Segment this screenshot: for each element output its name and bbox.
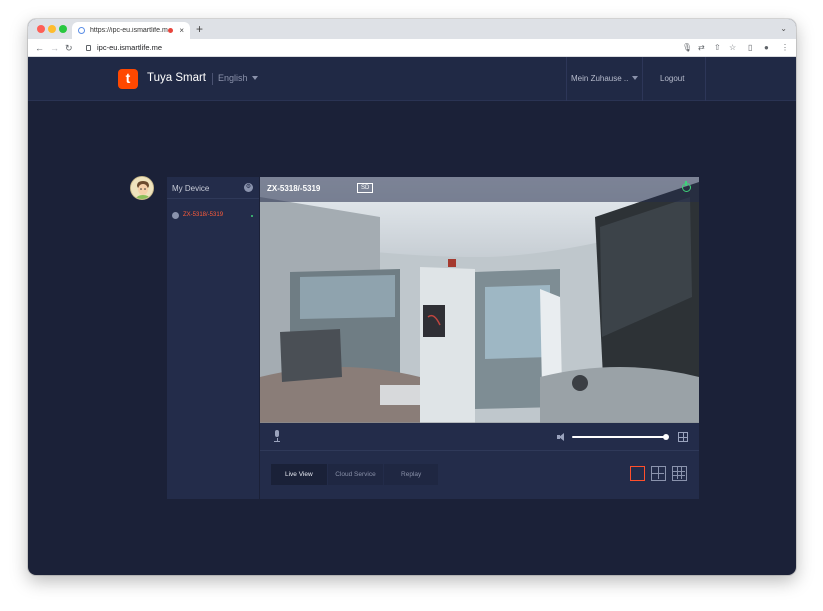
- url-text: ipc-eu.ismartlife.me: [97, 43, 163, 52]
- lock-icon: [86, 44, 91, 51]
- camera-name: ZX-5318/-5319: [267, 184, 321, 193]
- address-bar[interactable]: ipc-eu.ismartlife.me: [86, 43, 162, 52]
- browser-toolbar: ← → ↻ ipc-eu.ismartlife.me 🎙 ⇄ ⇧ ☆ ▯ ● ⋮: [28, 39, 796, 57]
- grid-line: [676, 467, 678, 480]
- speaker-icon[interactable]: [557, 433, 566, 441]
- reload-button[interactable]: ↻: [65, 42, 73, 54]
- forward-button[interactable]: →: [50, 42, 59, 54]
- logout-button[interactable]: Logout: [660, 74, 684, 83]
- user-avatar[interactable]: [130, 176, 154, 200]
- brand-name: Tuya Smart: [147, 72, 207, 84]
- quality-toggle[interactable]: SD: [357, 183, 374, 193]
- nine-view-layout-icon[interactable]: [672, 466, 687, 481]
- microphone-icon[interactable]: [273, 430, 281, 442]
- language-select[interactable]: English: [218, 73, 258, 83]
- sidebar-header: My Device ⚙: [167, 177, 259, 199]
- player-tabs: Live View Cloud Service Replay: [271, 464, 439, 485]
- power-icon[interactable]: [682, 181, 691, 192]
- minimize-window-button[interactable]: [48, 25, 56, 33]
- grid-line: [680, 467, 682, 480]
- single-view-layout-icon[interactable]: [630, 466, 645, 481]
- app-header: t Tuya Smart English Mein Zuhause .. Log…: [28, 57, 796, 101]
- mic-permission-icon[interactable]: 🎙: [682, 43, 692, 53]
- tab-replay[interactable]: Replay: [384, 464, 438, 485]
- device-sidebar: My Device ⚙ ZX-5318/-5319: [167, 177, 259, 499]
- close-window-button[interactable]: [37, 25, 45, 33]
- player-controls: [260, 423, 699, 451]
- sidebar-title: My Device: [172, 184, 210, 193]
- mic-base: [274, 441, 280, 442]
- online-status-dot: [251, 215, 253, 217]
- live-video-feed[interactable]: ZX-5318/-5319 SD: [260, 177, 699, 423]
- tab-close-button[interactable]: ×: [179, 26, 184, 35]
- globe-icon: [78, 27, 85, 34]
- tab-cloud-service[interactable]: Cloud Service: [327, 464, 384, 485]
- browser-menu-icon[interactable]: ⋮: [781, 43, 789, 53]
- video-info-bar: ZX-5318/-5319 SD: [260, 177, 699, 202]
- zoom-window-button[interactable]: [59, 25, 67, 33]
- header-divider: [566, 57, 567, 101]
- grid-line: [673, 470, 686, 472]
- device-list-item[interactable]: ZX-5318/-5319: [172, 211, 254, 221]
- tab-live-view[interactable]: Live View: [271, 464, 327, 485]
- bookmark-star-icon[interactable]: ☆: [729, 43, 736, 53]
- browser-window: https://ipc-eu.ismartlife.me × + ⌄ ← → ↻…: [28, 19, 796, 575]
- home-label: Mein Zuhause ..: [571, 74, 629, 83]
- mic-capsule: [275, 430, 279, 437]
- header-divider: [705, 57, 706, 101]
- translate-icon[interactable]: ⇄: [698, 43, 705, 53]
- header-divider: [642, 57, 643, 101]
- speaker-cone: [559, 433, 564, 441]
- camera-frame: [260, 177, 699, 423]
- chevron-down-icon: [251, 76, 258, 80]
- tab-title: https://ipc-eu.ismartlife.me: [90, 27, 169, 34]
- tuya-logo: t: [118, 69, 138, 89]
- chevron-down-icon: [632, 76, 639, 80]
- back-button[interactable]: ←: [35, 42, 44, 54]
- language-divider: [212, 73, 213, 85]
- share-icon[interactable]: ⇧: [714, 43, 721, 53]
- grid-line: [652, 472, 665, 474]
- video-player: ZX-5318/-5319 SD Live View Cloud Service…: [260, 177, 699, 499]
- language-label: English: [218, 73, 248, 83]
- profile-icon[interactable]: ●: [764, 43, 769, 53]
- browser-tab[interactable]: https://ipc-eu.ismartlife.me ×: [72, 22, 190, 39]
- new-tab-button[interactable]: +: [196, 22, 203, 36]
- volume-slider-handle[interactable]: [663, 434, 669, 440]
- browser-tabstrip: https://ipc-eu.ismartlife.me × + ⌄: [28, 19, 796, 39]
- recording-indicator-icon: [168, 28, 174, 33]
- volume-slider[interactable]: [572, 436, 666, 438]
- tab-search-button[interactable]: ⌄: [780, 24, 787, 33]
- fullscreen-icon[interactable]: [678, 432, 688, 442]
- quad-view-layout-icon[interactable]: [651, 466, 666, 481]
- avatar-illustration: [131, 177, 153, 199]
- device-name: ZX-5318/-5319: [183, 212, 224, 218]
- side-panel-icon[interactable]: ▯: [748, 43, 752, 53]
- settings-icon[interactable]: ⚙: [244, 183, 253, 192]
- home-select[interactable]: Mein Zuhause ..: [571, 74, 639, 83]
- camera-icon: [172, 212, 179, 219]
- grid-line: [673, 474, 686, 476]
